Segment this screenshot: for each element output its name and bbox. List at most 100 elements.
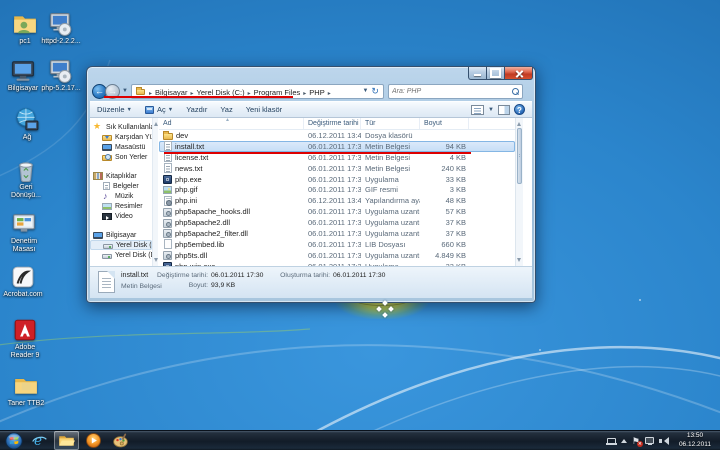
show-hidden-icons[interactable] [621, 436, 627, 443]
sidebar-group-s-k-kullan-lanlar[interactable]: Sık Kullanılanlar [90, 122, 152, 132]
sidebar-item-yerel-disk-c[interactable]: Yerel Disk (C:) [90, 240, 152, 250]
breadcrumb-item-php[interactable]: PHP [308, 88, 325, 97]
column-header-date[interactable]: Değiştirme tarihi [304, 118, 361, 129]
taskbar-windows-explorer[interactable] [54, 431, 79, 450]
file-row-php5ts-dll[interactable]: php5ts.dll 06.01.2011 17:30 Uygulama uza… [159, 250, 515, 261]
sidebar-item-masa-st[interactable]: Masaüstü [90, 142, 152, 152]
taskbar-paint[interactable] [108, 431, 133, 450]
file-row-php-gif[interactable]: php.gif 06.01.2011 17:30 GIF resmi 3 KB [159, 184, 515, 195]
taskbar-internet-explorer[interactable]: e [27, 431, 52, 450]
recycle-bin-icon [13, 157, 39, 183]
desktop-icon-a[interactable]: Ağ [6, 107, 48, 142]
toolbar-yeni-klas-r[interactable]: Yeni klasör [246, 105, 282, 114]
internet-explorer-icon: e [31, 432, 48, 449]
volume-icon[interactable] [659, 437, 669, 445]
desktop-icon-label: Bilgisayar [2, 85, 44, 93]
start-button[interactable] [3, 431, 25, 450]
column-header-name[interactable]: Ad▲ [159, 118, 304, 129]
refresh-icon[interactable]: ↻ [370, 87, 380, 96]
toolbar-yaz[interactable]: Yaz [220, 105, 232, 114]
sidebar-group-kitapl-klar[interactable]: Kitaplıklar [90, 171, 152, 181]
address-dropdown-icon[interactable]: ▼ [360, 88, 370, 94]
maximize-button[interactable] [486, 67, 504, 80]
desktop: pc1 httpd-2.2.2... Bilgisayar php-5.2.17… [0, 0, 720, 450]
file-row-php5apache-hooks-dll[interactable]: php5apache_hooks.dll 06.01.2011 17:30 Uy… [159, 206, 515, 217]
dll-file-icon [163, 251, 172, 260]
file-list: Ad▲ Değiştirme tarihi Tür Boyut dev 06.1… [159, 118, 515, 266]
open-app-icon [145, 106, 154, 114]
sidebar-item-kar-dan-y-klem[interactable]: Karşıdan Yüklem [90, 132, 152, 142]
navigation-pane: Sık Kullanılanlar Karşıdan Yüklem Masaüs… [90, 118, 152, 266]
file-row-news-txt[interactable]: news.txt 06.01.2011 17:30 Metin Belgesi … [159, 163, 515, 174]
sidebar-item-son-yerler[interactable]: Son Yerler [90, 152, 152, 162]
network-icon [14, 107, 40, 133]
desktop-icon-adobe-reader-9[interactable]: Adobe Reader 9 [4, 317, 46, 361]
taskbar-media-player[interactable] [81, 431, 106, 450]
network-icon[interactable] [645, 437, 654, 444]
toolbar-a[interactable]: Aç▼ [145, 105, 173, 114]
preview-pane-icon[interactable] [498, 105, 510, 115]
system-tray: ⚑✕ 13:50 06.12.2011 [607, 432, 720, 450]
desktop-icon-denetim-masas[interactable]: Denetim Masası [3, 211, 45, 255]
scroll-down-icon[interactable] [154, 258, 158, 264]
column-header-type[interactable]: Tür [361, 118, 420, 129]
sidebar-scrollbar[interactable] [152, 118, 158, 266]
desktop-icon-label: Denetim Masası [3, 238, 45, 255]
history-chevron-icon[interactable]: ▼ [122, 88, 128, 94]
sort-ascending-icon: ▲ [225, 118, 230, 123]
dll-file-icon [163, 219, 172, 228]
scroll-down-icon[interactable] [517, 258, 521, 264]
txt-file-icon [164, 163, 172, 173]
sidebar-item-m-zik[interactable]: Müzik [90, 191, 152, 201]
file-list-scrollbar[interactable] [515, 118, 523, 266]
file-row-dev[interactable]: dev 06.12.2011 13:43 Dosya klasörü [159, 130, 515, 141]
search-input[interactable] [392, 88, 502, 95]
size-value: 93,9 KB [211, 282, 235, 289]
installer-icon [48, 58, 74, 84]
desktop-icon-bilgisayar[interactable]: Bilgisayar [2, 58, 44, 93]
file-row-php5apache2-filter-dll[interactable]: php5apache2_filter.dll 06.01.2011 17:30 … [159, 228, 515, 239]
taskbar: e [0, 430, 720, 450]
sidebar-item-belgeler[interactable]: Belgeler [90, 181, 152, 191]
desktop-icon-label: Acrobat.com [2, 291, 44, 299]
toolbar-yazd-r[interactable]: Yazdır [186, 105, 207, 114]
desktop-icon-geri-d-n[interactable]: Geri Dönüşü... [5, 157, 47, 201]
file-row-php5apache2-dll[interactable]: php5apache2.dll 06.01.2011 17:30 Uygulam… [159, 217, 515, 228]
file-row-php-ini[interactable]: php.ini 06.12.2011 13:43 Yapılandırma ay… [159, 195, 515, 206]
column-header-size[interactable]: Boyut [420, 118, 469, 129]
view-chevron-icon[interactable]: ▼ [488, 107, 494, 113]
sidebar-item-video[interactable]: Video [90, 211, 152, 221]
window-controls [468, 67, 533, 80]
computer-small-icon [93, 232, 103, 239]
taskbar-clock[interactable]: 13:50 06.12.2011 [674, 432, 716, 450]
scroll-up-icon[interactable] [517, 120, 521, 126]
file-row-php-exe[interactable]: php.exe 06.01.2011 17:30 Uygulama 33 KB [159, 174, 515, 185]
explorer-window: ← → ▼ ▸Bilgisayar▸Yerel Disk (C:)▸Progra… [86, 66, 536, 303]
desktop-icon-taner-ttb2[interactable]: Taner TTB2 [5, 373, 47, 408]
desktop-icon-acrobat-com[interactable]: Acrobat.com [2, 264, 44, 299]
gif-file-icon [163, 186, 172, 194]
file-row-install-txt[interactable]: install.txt 06.01.2011 17:30 Metin Belge… [159, 141, 515, 152]
desktop-icon-php-5-2-17[interactable]: php-5.2.17... [40, 58, 82, 93]
desktop-icon-label: Ağ [6, 134, 48, 142]
search-icon [512, 88, 519, 95]
navigation-bar: ← → ▼ ▸Bilgisayar▸Yerel Disk (C:)▸Progra… [90, 81, 532, 101]
scroll-up-icon[interactable] [154, 120, 158, 126]
favorites-star-icon [93, 123, 103, 132]
action-center-icon[interactable]: ⚑✕ [632, 436, 640, 446]
toolbar-d-zenle[interactable]: Düzenle▼ [97, 105, 132, 114]
search-box[interactable] [388, 84, 523, 99]
sidebar-group-bilgisayar[interactable]: Bilgisayar [90, 230, 152, 240]
help-icon[interactable] [514, 104, 525, 115]
windows-orb-icon [5, 432, 23, 450]
sidebar-item-resimler[interactable]: Resimler [90, 201, 152, 211]
acrobat-icon [10, 264, 36, 290]
scrollbar-thumb[interactable] [517, 128, 522, 184]
close-button[interactable] [504, 67, 533, 80]
minimize-button[interactable] [468, 67, 486, 80]
desktop-icon-httpd-2-2-2[interactable]: httpd-2.2.2... [40, 11, 82, 46]
input-device-icon[interactable] [607, 438, 616, 444]
change-view-icon[interactable] [471, 105, 484, 115]
sidebar-item-yerel-disk-d[interactable]: Yerel Disk (D:) [90, 250, 152, 260]
file-row-php5embed-lib[interactable]: php5embed.lib 06.01.2011 17:30 LIB Dosya… [159, 239, 515, 250]
